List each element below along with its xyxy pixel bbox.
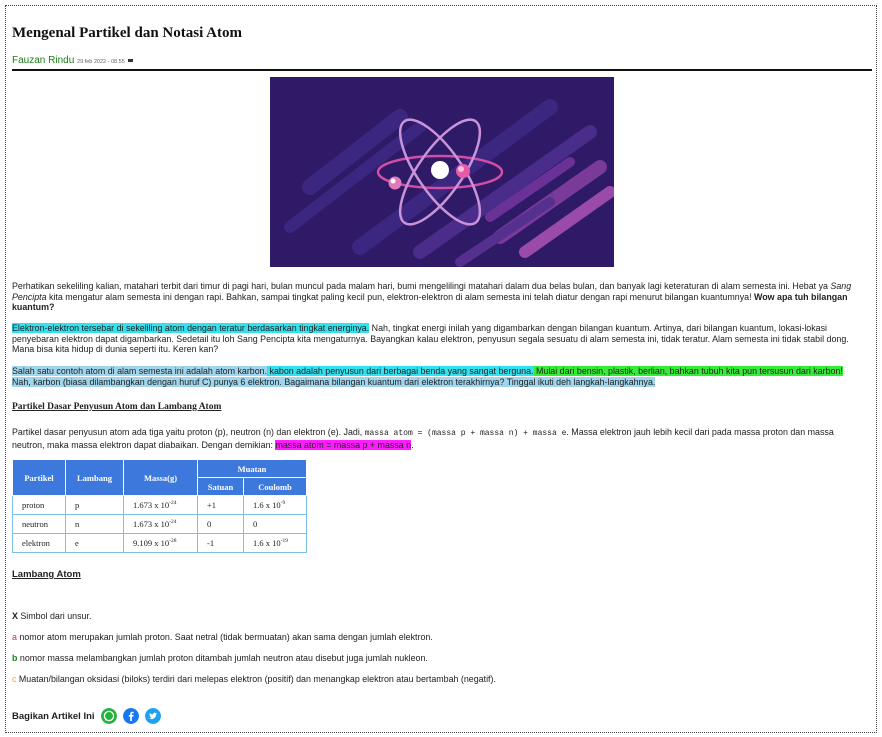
cell-lambang: n xyxy=(65,514,124,534)
cell-partikel: proton xyxy=(12,495,66,515)
cell-massa: 1.673 x 10-24 xyxy=(123,514,198,534)
byline: Fauzan Rindu 29 feb 2022 - 08.55 xyxy=(12,55,133,66)
legend-item-b: b nomor massa melambangkan jumlah proton… xyxy=(12,653,428,663)
whatsapp-icon[interactable] xyxy=(100,708,117,724)
legend-item-c: c Muatan/bilangan oksidasi (biloks) terd… xyxy=(12,674,496,684)
col-lambang: Lambang xyxy=(65,459,124,496)
post-date: 29 feb 2022 - 08.55 xyxy=(77,59,125,65)
mass-paragraph: Partikel dasar penyusun atom ada tiga ya… xyxy=(12,427,834,450)
cell-massa: 9.109 x 10-28 xyxy=(123,533,198,553)
table-header-row: Partikel Lambang Massa(g) Muatan xyxy=(12,459,307,496)
facebook-icon[interactable] xyxy=(122,708,139,724)
carbon-paragraph: Salah satu contoh atom di alam semesta i… xyxy=(12,366,843,387)
clock-icon xyxy=(127,58,133,62)
legend-item-x: X Simbol dari unsur. xyxy=(12,611,92,621)
legend-item-a: a nomor atom merupakan jumlah proton. Sa… xyxy=(12,632,433,642)
article-title: Mengenal Partikel dan Notasi Atom xyxy=(12,25,242,41)
col-partikel: Partikel xyxy=(12,459,66,496)
energy-paragraph: Elektron-elektron tersebar di sekeliling… xyxy=(12,323,849,354)
cell-coulomb: 1.6 x 10-9 xyxy=(243,495,307,515)
cell-satuan: +1 xyxy=(197,495,244,515)
table-row: proton p 1.673 x 10-24 +1 1.6 x 10-9 xyxy=(12,495,307,515)
table-row: elektron e 9.109 x 10-28 -1 1.6 x 10-19 xyxy=(12,533,307,553)
cell-partikel: elektron xyxy=(12,533,66,553)
col-muatan: Muatan xyxy=(197,459,307,478)
cell-satuan: 0 xyxy=(197,514,244,534)
share-bar: Bagikan Artikel Ini xyxy=(12,708,167,724)
section-heading-partikel: Partikel Dasar Penyusun Atom dan Lambang… xyxy=(12,402,222,412)
intro-paragraph: Perhatikan sekeliling kalian, matahari t… xyxy=(12,281,852,312)
cell-coulomb: 1.6 x 10-19 xyxy=(243,533,307,553)
twitter-icon[interactable] xyxy=(144,708,161,724)
cell-coulomb: 0 xyxy=(243,514,307,534)
title-divider xyxy=(12,69,872,71)
author-link[interactable]: Fauzan Rindu xyxy=(12,55,74,66)
cell-satuan: -1 xyxy=(197,533,244,553)
section-heading-lambang: Lambang Atom xyxy=(12,569,81,580)
col-coulomb: Coulomb xyxy=(243,477,307,496)
particle-table: Partikel Lambang Massa(g) Muatan Satuan … xyxy=(12,459,307,553)
col-massa: Massa(g) xyxy=(123,459,198,496)
cell-lambang: p xyxy=(65,495,124,515)
share-label: Bagikan Artikel Ini xyxy=(12,710,95,722)
cell-lambang: e xyxy=(65,533,124,553)
col-satuan: Satuan xyxy=(197,477,244,496)
cell-partikel: neutron xyxy=(12,514,66,534)
atom-illustration xyxy=(270,77,614,267)
cell-massa: 1.673 x 10-24 xyxy=(123,495,198,515)
table-row: neutron n 1.673 x 10-24 0 0 xyxy=(12,514,307,534)
